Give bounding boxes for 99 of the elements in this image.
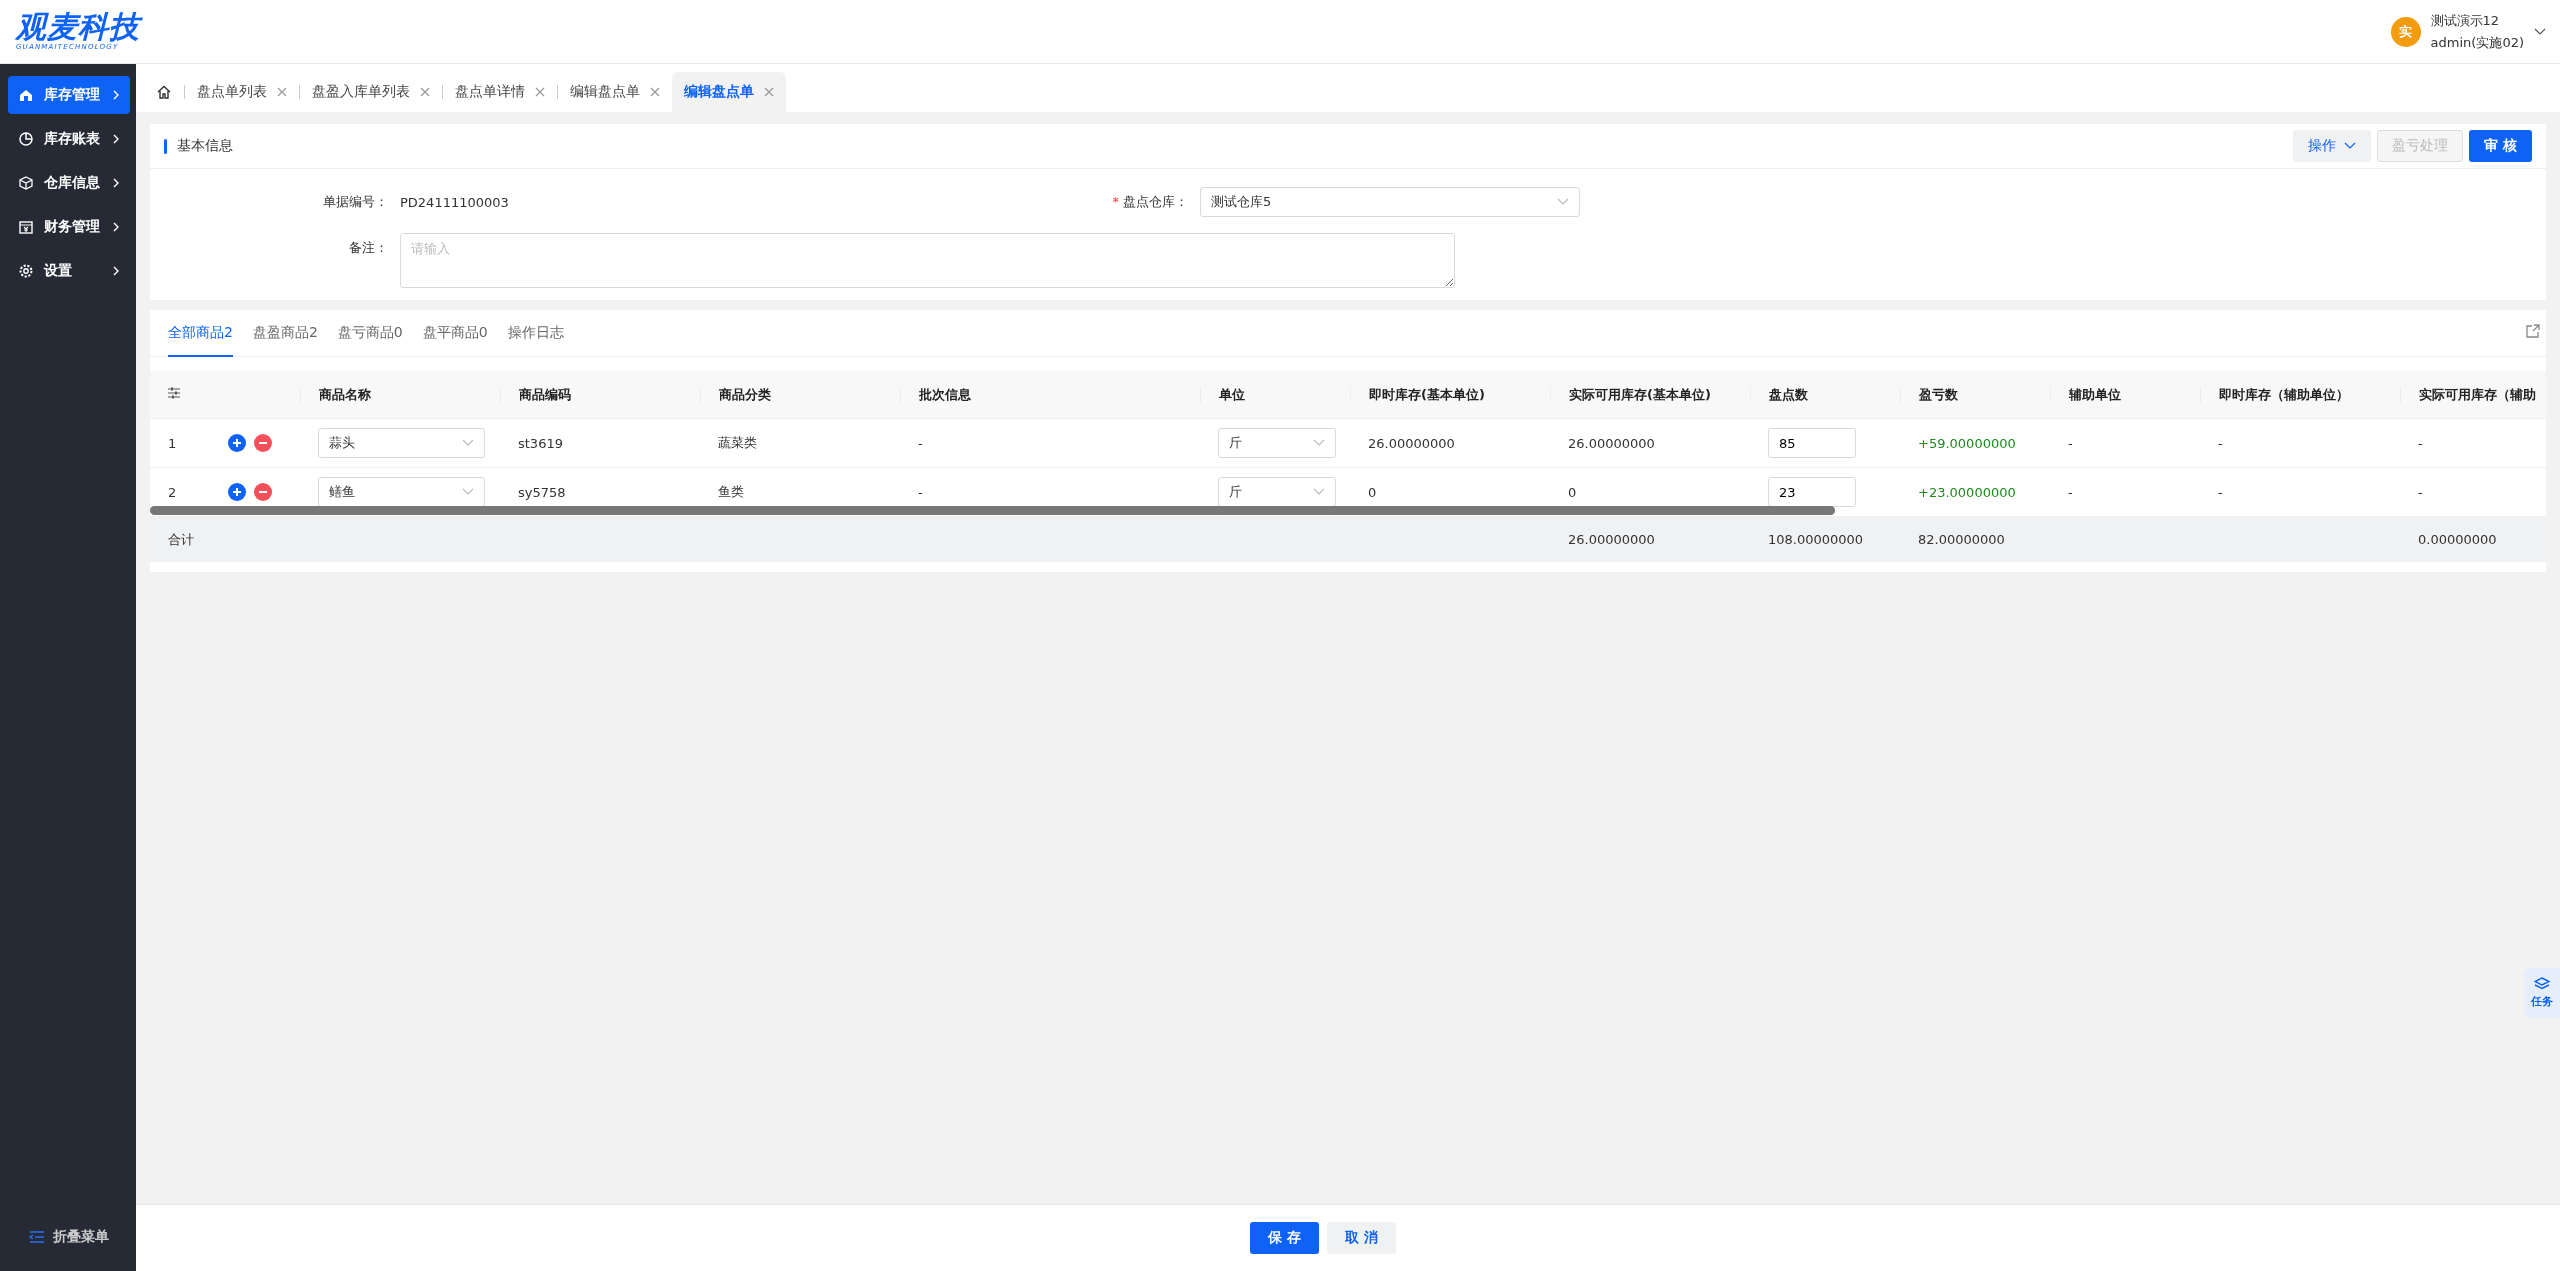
field-label: 单据编号：	[322, 193, 389, 211]
table-cell-text: 108.00000000	[1767, 532, 1865, 547]
required-mark: *	[1112, 194, 1119, 209]
save-button[interactable]: 保 存	[1250, 1222, 1319, 1254]
remove-icon[interactable]	[254, 483, 272, 501]
close-icon[interactable]	[277, 87, 287, 97]
table-cell-text: -	[917, 435, 924, 451]
column-header: 辅助单位	[2050, 386, 2200, 403]
product-tab[interactable]: 盘平商品0	[422, 310, 488, 357]
export-icon[interactable]	[2526, 324, 2540, 338]
home-icon[interactable]	[156, 84, 172, 100]
add-icon[interactable]	[228, 434, 246, 452]
sidebar-item[interactable]: 仓库信息	[8, 164, 130, 202]
page-tab[interactable]: 盘盈入库单列表	[300, 72, 442, 112]
table-cell-text: 0	[1567, 484, 1578, 500]
field-label: 盘点仓库：	[1123, 194, 1188, 209]
task-widget[interactable]: 任务	[2524, 968, 2560, 1018]
sidebar-item[interactable]: 库存管理	[8, 76, 130, 114]
chevron-right-icon	[112, 265, 120, 277]
close-icon[interactable]	[420, 87, 430, 97]
sidebar-item[interactable]: 设置	[8, 252, 130, 290]
product-tab[interactable]: 盘亏商品0	[337, 310, 403, 357]
table-cell-text: 2	[167, 484, 178, 500]
column-header: 商品名称	[300, 386, 500, 403]
page-tab[interactable]: 编辑盘点单	[672, 72, 786, 112]
ledger-icon	[18, 219, 34, 235]
table-cell-text: 0	[1367, 484, 1378, 500]
table-cell-text: -	[2067, 484, 2074, 500]
table-cell-text: 蔬菜类	[717, 434, 758, 452]
sidebar-item[interactable]: 财务管理	[8, 208, 130, 246]
table-cell-text: 26.00000000	[1367, 435, 1456, 451]
column-header: 商品编码	[500, 386, 700, 403]
table-cell-text: +23.00000000	[1917, 484, 2017, 500]
layers-icon	[2534, 977, 2550, 991]
actions-menu-button[interactable]: 操作	[2293, 130, 2372, 162]
field-label: 备注：	[348, 239, 389, 257]
collapse-menu-button[interactable]: 折叠菜单	[8, 1227, 130, 1247]
section-title: 基本信息	[177, 137, 233, 155]
pie-chart-icon	[18, 131, 34, 147]
column-header: 即时库存(基本单位)	[1350, 386, 1550, 403]
page-tab[interactable]: 盘点单列表	[185, 72, 299, 112]
page-tab[interactable]: 盘点单详情	[443, 72, 557, 112]
warehouse-select[interactable]: 测试仓库5	[1200, 187, 1580, 217]
product-select[interactable]: 鳝鱼	[318, 477, 485, 507]
column-settings-icon[interactable]	[168, 387, 180, 399]
collapse-menu-icon	[29, 1230, 45, 1244]
table-cell-text: 26.00000000	[1567, 435, 1656, 451]
table-cell-text: +59.00000000	[1917, 435, 2017, 451]
column-header: 单位	[1200, 386, 1350, 403]
table-cell-text: -	[2217, 484, 2224, 500]
page-tab[interactable]: 编辑盘点单	[558, 72, 672, 112]
column-header: 实际可用库存(基本单位)	[1550, 386, 1750, 403]
table-cell-text: -	[2417, 435, 2424, 451]
user-name: 测试演示12	[2430, 11, 2501, 30]
approve-button[interactable]: 审 核	[2469, 130, 2532, 162]
table-cell-text: 26.00000000	[1567, 532, 1656, 547]
column-header: 实际可用库存（辅助	[2400, 386, 2546, 403]
document-number: PD24111100003	[400, 194, 510, 210]
settings-icon	[18, 263, 34, 279]
close-icon[interactable]	[764, 87, 774, 97]
table-cell-text: sy5758	[517, 484, 567, 500]
product-tab[interactable]: 盘盈商品2	[252, 310, 318, 357]
scrollbar-thumb[interactable]	[150, 506, 1835, 515]
remove-icon[interactable]	[254, 434, 272, 452]
cancel-button[interactable]: 取 消	[1327, 1222, 1396, 1254]
table-cell-text: 82.00000000	[1917, 532, 2006, 547]
remark-field[interactable]: 请输入	[400, 233, 1455, 288]
product-select[interactable]: 蒜头	[318, 428, 485, 458]
count-field[interactable]: 23	[1768, 477, 1856, 507]
column-header: 商品分类	[700, 386, 900, 403]
table-cell-text: -	[2067, 435, 2074, 451]
table-cell-text: 鱼类	[717, 483, 745, 501]
unit-select[interactable]: 斤	[1218, 428, 1336, 458]
home-icon	[18, 87, 34, 103]
product-tab[interactable]: 全部商品2	[168, 310, 233, 357]
product-tab[interactable]: 操作日志	[507, 310, 564, 357]
table-cell-text: -	[2417, 484, 2424, 500]
chevron-right-icon	[112, 89, 120, 101]
cube-icon	[18, 175, 34, 191]
column-header: 批次信息	[900, 386, 1200, 403]
user-account: admin(实施02)	[2430, 33, 2524, 52]
table-cell-text: 合计	[167, 530, 195, 549]
count-field[interactable]: 85	[1768, 428, 1856, 458]
close-icon[interactable]	[535, 87, 545, 97]
chevron-right-icon	[112, 221, 120, 233]
table-cell-text: 0.00000000	[2417, 532, 2498, 547]
unit-select[interactable]: 斤	[1218, 477, 1336, 507]
close-icon[interactable]	[650, 87, 660, 97]
column-header: 即时库存（辅助单位）	[2200, 386, 2400, 403]
table-cell-text: -	[2217, 435, 2224, 451]
column-header: 盘点数	[1750, 386, 1900, 403]
table-cell-text: 1	[167, 435, 178, 451]
add-icon[interactable]	[228, 483, 246, 501]
column-header: 盈亏数	[1900, 386, 2050, 403]
chevron-right-icon	[112, 177, 120, 189]
sidebar-item[interactable]: 库存账表	[8, 120, 130, 158]
table-cell-text: -	[917, 484, 924, 500]
chevron-right-icon	[112, 133, 120, 145]
table-cell-text: st3619	[517, 435, 564, 451]
